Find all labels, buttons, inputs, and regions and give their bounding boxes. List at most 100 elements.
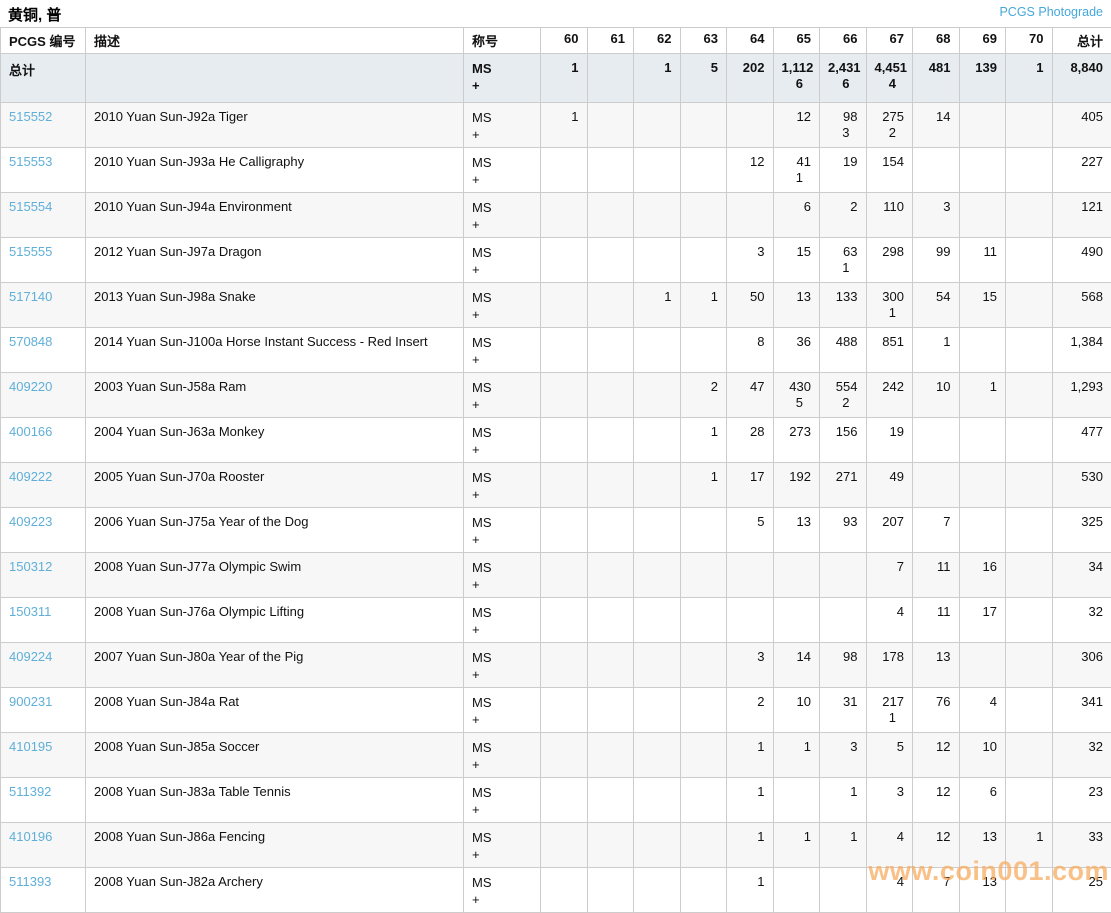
description-cell: 2014 Yuan Sun-J100a Horse Instant Succes…	[86, 328, 464, 373]
grade-cell-60	[541, 508, 588, 553]
column-header-1: 描述	[86, 28, 464, 54]
grade-cell-65: 14	[773, 643, 820, 688]
population-table: PCGS 编号描述称号6061626364656667686970总计 总计MS…	[0, 27, 1111, 913]
grade-cell-64: 12	[727, 148, 774, 193]
designation-cell: MS+	[464, 643, 541, 688]
pcgs-number-link[interactable]: 410195	[9, 739, 52, 754]
grade-cell-67: 5	[866, 733, 913, 778]
grade-cell-60	[541, 328, 588, 373]
grade-cell-68: 12	[913, 823, 960, 868]
table-row: 4092202003 Yuan Sun-J58a RamMS+247430555…	[1, 373, 1111, 418]
photograde-link[interactable]: PCGS Photograde	[999, 4, 1103, 19]
pcgs-number-link[interactable]: 515553	[9, 154, 52, 169]
column-header-6: 63	[680, 28, 727, 54]
grade-cell-61	[587, 733, 634, 778]
description-cell: 2008 Yuan Sun-J85a Soccer	[86, 733, 464, 778]
pcgs-number-link[interactable]: 517140	[9, 289, 52, 304]
pcgs-number-link[interactable]: 150311	[9, 604, 51, 619]
grade-cell-70	[1006, 688, 1053, 733]
grade-cell-62	[634, 238, 681, 283]
pcgs-number-cell: 150312	[1, 553, 86, 598]
grade-cell-64: 8	[727, 328, 774, 373]
grade-cell-60	[541, 778, 588, 823]
table-row: 1503112008 Yuan Sun-J76a Olympic Lifting…	[1, 598, 1111, 643]
grade-cell-66: 2,4316	[820, 54, 867, 103]
grade-cell-61	[587, 688, 634, 733]
column-header-3: 60	[541, 28, 588, 54]
grade-cell-70	[1006, 643, 1053, 688]
pcgs-number-cell: 515554	[1, 193, 86, 238]
grade-cell-66	[820, 868, 867, 913]
grade-cell-68	[913, 418, 960, 463]
grade-cell-70	[1006, 868, 1053, 913]
grade-cell-69: 13	[959, 868, 1006, 913]
description-cell: 2007 Yuan Sun-J80a Year of the Pig	[86, 643, 464, 688]
grade-cell-70: 1	[1006, 823, 1053, 868]
column-header-13: 70	[1006, 28, 1053, 54]
total-cell: 25	[1052, 868, 1111, 913]
grade-cell-64: 1	[727, 733, 774, 778]
grade-cell-65: 6	[773, 193, 820, 238]
designation-cell: MS+	[464, 238, 541, 283]
pcgs-number-link[interactable]: 409220	[9, 379, 52, 394]
pcgs-number-link[interactable]: 570848	[9, 334, 52, 349]
grade-cell-66: 5542	[820, 373, 867, 418]
grade-cell-65: 273	[773, 418, 820, 463]
table-row: 9002312008 Yuan Sun-J84a RatMS+210312171…	[1, 688, 1111, 733]
description-cell: 2008 Yuan Sun-J83a Table Tennis	[86, 778, 464, 823]
pcgs-number-cell: 409220	[1, 373, 86, 418]
total-cell: 33	[1052, 823, 1111, 868]
pcgs-number-link[interactable]: 409222	[9, 469, 52, 484]
description-cell: 2005 Yuan Sun-J70a Rooster	[86, 463, 464, 508]
grade-cell-68: 76	[913, 688, 960, 733]
grade-cell-62	[634, 328, 681, 373]
grade-cell-63	[680, 103, 727, 148]
pcgs-number-link[interactable]: 515554	[9, 199, 52, 214]
grade-cell-69	[959, 418, 1006, 463]
grade-cell-68: 3	[913, 193, 960, 238]
designation-cell: MS+	[464, 193, 541, 238]
pcgs-number-link[interactable]: 511393	[9, 874, 51, 889]
grade-cell-65: 1,1126	[773, 54, 820, 103]
column-header-11: 68	[913, 28, 960, 54]
grade-cell-62	[634, 823, 681, 868]
pcgs-number-link[interactable]: 515555	[9, 244, 52, 259]
grade-cell-66: 98	[820, 643, 867, 688]
grade-cell-70	[1006, 778, 1053, 823]
grade-cell-65: 36	[773, 328, 820, 373]
pcgs-number-link[interactable]: 515552	[9, 109, 52, 124]
grade-cell-69	[959, 643, 1006, 688]
grade-cell-65: 1	[773, 823, 820, 868]
pcgs-number-link[interactable]: 150312	[9, 559, 52, 574]
grade-cell-67: 7	[866, 553, 913, 598]
designation-cell: MS+	[464, 508, 541, 553]
grade-cell-65	[773, 598, 820, 643]
grade-cell-64: 28	[727, 418, 774, 463]
grade-cell-66: 3	[820, 733, 867, 778]
pcgs-number-link[interactable]: 410196	[9, 829, 52, 844]
grade-cell-67: 154	[866, 148, 913, 193]
pcgs-number-link[interactable]: 511392	[9, 784, 51, 799]
grade-cell-69	[959, 193, 1006, 238]
total-cell: 8,840	[1052, 54, 1111, 103]
grade-cell-69: 13	[959, 823, 1006, 868]
designation-cell: MS+	[464, 148, 541, 193]
grade-cell-64	[727, 553, 774, 598]
table-row: 4092232006 Yuan Sun-J75a Year of the Dog…	[1, 508, 1111, 553]
grade-cell-69: 15	[959, 283, 1006, 328]
total-cell: 306	[1052, 643, 1111, 688]
grade-cell-64: 17	[727, 463, 774, 508]
grade-cell-70	[1006, 238, 1053, 283]
pcgs-number-cell: 517140	[1, 283, 86, 328]
pcgs-number-link[interactable]: 409223	[9, 514, 52, 529]
grade-cell-64	[727, 103, 774, 148]
column-header-10: 67	[866, 28, 913, 54]
pcgs-number-link[interactable]: 400166	[9, 424, 52, 439]
pcgs-number-link[interactable]: 409224	[9, 649, 52, 664]
grade-cell-62	[634, 103, 681, 148]
grade-cell-67: 4,4514	[866, 54, 913, 103]
pcgs-number-link[interactable]: 900231	[9, 694, 52, 709]
grade-cell-64	[727, 193, 774, 238]
grade-cell-60	[541, 148, 588, 193]
designation-cell: MS+	[464, 868, 541, 913]
